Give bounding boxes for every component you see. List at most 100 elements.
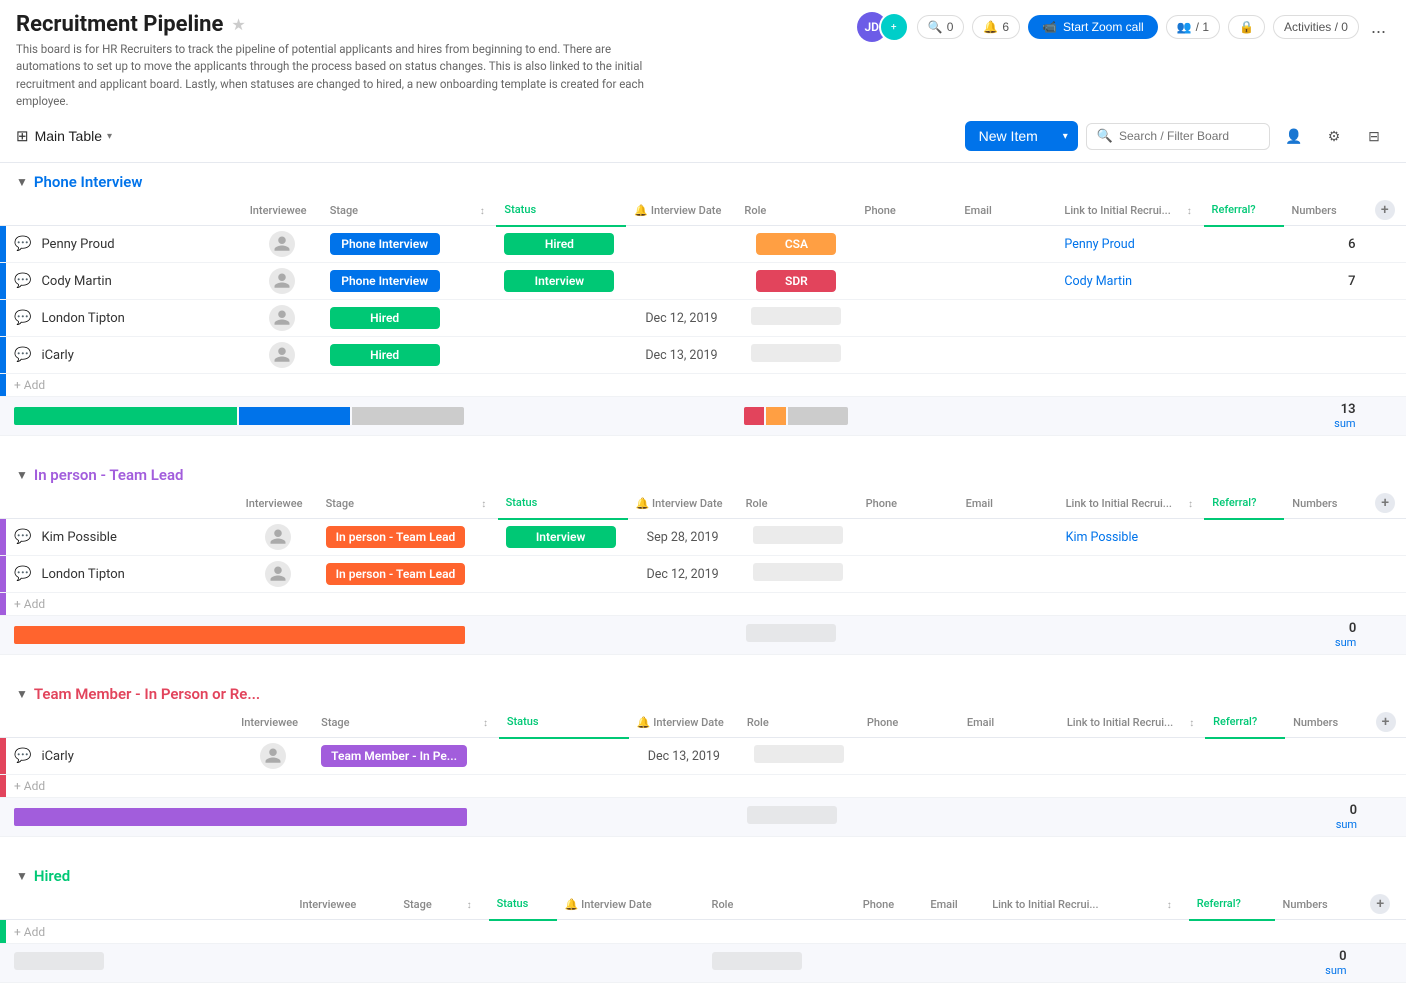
ref-sort-cell <box>1179 226 1204 263</box>
person-icon-button[interactable]: 👤 <box>1278 120 1310 152</box>
add-column-btn[interactable]: + <box>1375 200 1395 220</box>
interview-date-cell <box>626 226 736 263</box>
group-team-member-header[interactable]: ▼ Team Member - In Person or Re... <box>0 675 1406 707</box>
sum-numbers-cell: 0 sum <box>1284 616 1364 655</box>
sort-cell <box>473 519 497 556</box>
sum-spacer <box>557 943 704 982</box>
avatar-overlay: + <box>879 12 909 42</box>
th-add: + <box>1355 889 1406 920</box>
chat-icon[interactable]: 💬 <box>14 566 31 582</box>
numbers-cell <box>1284 300 1364 337</box>
search-filter-box[interactable]: 🔍 <box>1086 123 1270 150</box>
referral-cell <box>1204 519 1284 556</box>
group-toggle-icon[interactable]: ▼ <box>16 869 28 883</box>
main-table-button[interactable]: Main Table ▾ <box>35 128 112 144</box>
chat-icon[interactable]: 💬 <box>14 748 31 764</box>
header-left: Recruitment Pipeline ★ This board is for… <box>16 12 676 110</box>
updates-button[interactable]: 🔔 6 <box>972 15 1020 39</box>
sum-role-bar <box>736 397 856 436</box>
role-cell <box>739 738 859 775</box>
add-cell[interactable]: + Add <box>6 374 1406 397</box>
group-hired: ▼ Hired Interviewee Stage ↕ Status 🔔 Int… <box>0 857 1406 983</box>
conversations-button[interactable]: 🔍 0 <box>917 15 965 39</box>
chat-icon[interactable]: 💬 <box>14 347 31 363</box>
summary-row: 13 sum <box>0 397 1406 436</box>
team-button[interactable]: 👥 / 1 <box>1166 15 1220 39</box>
link-cell[interactable]: Cody Martin <box>1056 263 1178 300</box>
chat-icon[interactable]: 💬 <box>14 236 31 252</box>
chat-icon[interactable]: 💬 <box>14 529 31 545</box>
lock-button[interactable]: 🔒 <box>1228 15 1265 39</box>
row-name: London Tipton <box>41 311 124 326</box>
group-toggle-icon[interactable]: ▼ <box>16 687 28 701</box>
add-cell[interactable]: + Add <box>6 920 1406 944</box>
group-phone-interview-header[interactable]: ▼ Phone Interview <box>0 163 1406 195</box>
add-column-btn[interactable]: + <box>1370 894 1390 914</box>
table-header-row: Interviewee Stage ↕ Status 🔔 Interview D… <box>0 195 1406 226</box>
table-row: 💬 Cody Martin Phone Interview Interview <box>0 263 1406 300</box>
th-status: Status <box>496 195 626 226</box>
add-column-btn[interactable]: + <box>1376 712 1396 732</box>
th-role: Role <box>736 195 856 226</box>
numbers-cell: 6 <box>1284 226 1364 263</box>
header: Recruitment Pipeline ★ This board is for… <box>0 0 1406 110</box>
th-role: Role <box>738 488 858 519</box>
group-team-member: ▼ Team Member - In Person or Re... Inter… <box>0 675 1406 837</box>
chevron-down-icon: ▾ <box>107 131 112 142</box>
add-column-btn[interactable]: + <box>1375 493 1395 513</box>
sum-spacer <box>496 397 626 436</box>
table-row: 💬 London Tipton In person - Team Lead De… <box>0 556 1406 593</box>
group-in-person-header[interactable]: ▼ In person - Team Lead <box>0 456 1406 488</box>
search-input[interactable] <box>1119 129 1259 143</box>
add-link[interactable]: + Add <box>14 779 45 793</box>
interview-date-cell: Dec 12, 2019 <box>628 556 738 593</box>
th-stage: Stage <box>395 889 458 920</box>
interviewee-cell <box>242 226 322 263</box>
link-cell[interactable]: Penny Proud <box>1056 226 1178 263</box>
sum-spacer <box>473 616 497 655</box>
add-cell[interactable]: + Add <box>6 775 1406 798</box>
th-link: Link to Initial Recrui... <box>984 889 1159 920</box>
sum-bar-cell <box>6 616 473 655</box>
add-link[interactable]: + Add <box>14 597 45 611</box>
add-link[interactable]: + Add <box>14 925 45 939</box>
row-name-cell: 💬 Penny Proud <box>6 226 242 263</box>
group-toggle-icon[interactable]: ▼ <box>16 468 28 482</box>
chat-icon[interactable]: 💬 <box>14 273 31 289</box>
activities-button[interactable]: Activities / 0 <box>1273 15 1359 39</box>
sum-spacer <box>459 943 489 982</box>
star-icon[interactable]: ★ <box>231 15 245 34</box>
table-row: 💬 London Tipton Hired Dec 12, 2019 <box>0 300 1406 337</box>
interviewee-cell <box>238 556 318 593</box>
sum-spacer <box>498 616 628 655</box>
th-ref-sort: ↕ <box>1180 488 1204 519</box>
interview-date-cell: Dec 13, 2019 <box>629 738 739 775</box>
add-link[interactable]: + Add <box>14 378 45 392</box>
lock-icon: 🔒 <box>1239 20 1254 34</box>
stage-badge: Hired <box>330 344 440 366</box>
sum-spacer <box>1056 397 1178 436</box>
ref-sort-cell <box>1180 519 1204 556</box>
filter-icon-button[interactable]: ⊟ <box>1358 120 1390 152</box>
summary-row: 0 sum <box>0 616 1406 655</box>
numbers-cell <box>1284 519 1364 556</box>
group-toggle-icon[interactable]: ▼ <box>16 175 28 189</box>
new-item-button[interactable]: New Item ▾ <box>965 121 1078 151</box>
chat-icon[interactable]: 💬 <box>14 310 31 326</box>
new-item-label: New Item <box>965 121 1052 151</box>
settings-icon-button[interactable]: ⚙ <box>1318 120 1350 152</box>
role-badge: SDR <box>756 270 836 292</box>
sum-spacer <box>1205 798 1285 837</box>
more-button[interactable]: ... <box>1367 13 1390 42</box>
group-hired-header[interactable]: ▼ Hired <box>0 857 1406 889</box>
th-interview-date: 🔔 Interview Date <box>557 889 704 920</box>
add-cell[interactable]: + Add <box>6 593 1406 616</box>
start-zoom-button[interactable]: 📹 Start Zoom call <box>1028 15 1158 39</box>
status-cell <box>496 337 626 374</box>
link-cell[interactable]: Kim Possible <box>1058 519 1180 556</box>
sum-spacer <box>1058 616 1180 655</box>
stage-cell: In person - Team Lead <box>318 556 474 593</box>
phone-cell <box>856 263 956 300</box>
title-row: Recruitment Pipeline ★ <box>16 12 676 37</box>
th-interview-date: 🔔 Interview Date <box>626 195 736 226</box>
